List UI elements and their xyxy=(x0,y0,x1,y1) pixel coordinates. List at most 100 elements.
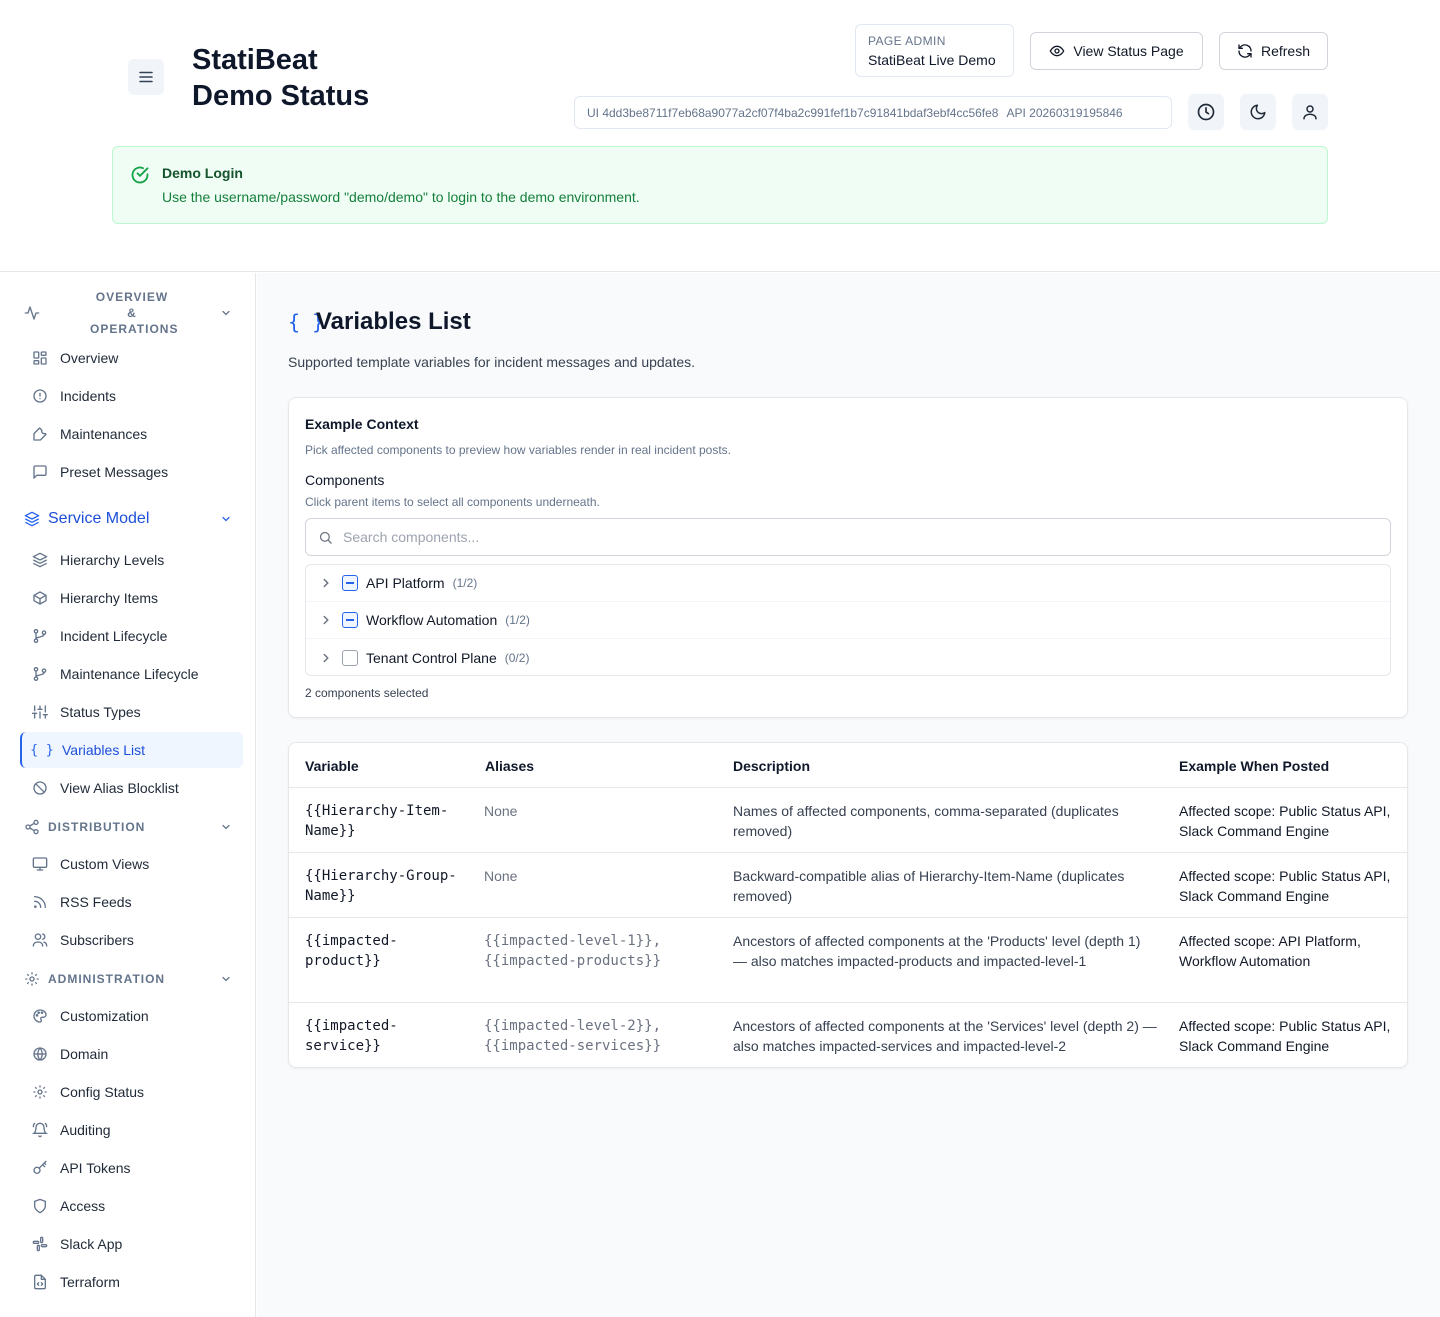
activity-icon xyxy=(24,306,40,320)
example-context-card: Example Context Pick affected components… xyxy=(288,397,1408,718)
monitor-icon xyxy=(32,857,48,871)
git-branch-icon xyxy=(33,667,47,681)
context-description: Pick affected components to preview how … xyxy=(305,443,732,457)
user-icon xyxy=(1303,105,1317,120)
chevron-right-icon[interactable] xyxy=(318,613,334,627)
section-overview-operations[interactable]: OVERVIEW & OPERATIONS xyxy=(20,290,240,336)
tree-checkbox[interactable] xyxy=(342,575,358,591)
tree-item-count: (0/2) xyxy=(504,650,530,665)
aliases-cell: {{impacted-level-2}}, {{impacted-service… xyxy=(484,1018,662,1054)
chevron-down-icon xyxy=(222,310,230,316)
description-cell: Ancestors of affected components at the … xyxy=(733,933,1141,969)
sidebar-item-api-tokens[interactable]: API Tokens xyxy=(20,1150,243,1186)
page-admin-label: PAGE ADMIN xyxy=(868,34,946,48)
section-administration[interactable]: ADMINISTRATION xyxy=(20,969,240,989)
sidebar-item-config-status[interactable]: Config Status xyxy=(20,1074,243,1110)
components-help: Click parent items to select all compone… xyxy=(305,495,600,509)
section-service-model[interactable]: Service Model xyxy=(20,507,240,531)
table-row: {{impacted-service}} {{impacted-level-2}… xyxy=(289,1003,1407,1067)
refresh-button[interactable]: Refresh xyxy=(1219,32,1328,70)
sidebar-item-maintenances[interactable]: Maintenances xyxy=(20,416,243,452)
menu-toggle-button[interactable] xyxy=(128,59,164,95)
sidebar-item-hierarchy-levels[interactable]: Hierarchy Levels xyxy=(20,542,243,578)
description-cell: Ancestors of affected components at the … xyxy=(733,1018,1157,1054)
tree-checkbox[interactable] xyxy=(342,649,358,666)
sidebar-item-rss-feeds[interactable]: RSS Feeds xyxy=(20,884,243,920)
sidebar-item-access[interactable]: Access xyxy=(20,1188,243,1224)
alert-title: Demo Login xyxy=(162,165,243,181)
tree-checkbox[interactable] xyxy=(342,612,358,628)
eye-icon xyxy=(1050,45,1065,57)
layers-icon xyxy=(24,511,40,527)
sidebar-item-auditing[interactable]: Auditing xyxy=(20,1112,243,1148)
variable-cell: {{Hierarchy-Item-Name}} xyxy=(305,803,449,839)
example-cell: Affected scope: API Platform, Workflow A… xyxy=(1179,933,1361,969)
app-title: StatiBeat Demo Status xyxy=(192,44,370,112)
page-subtitle: Supported template variables for inciden… xyxy=(288,354,696,370)
components-label: Components xyxy=(305,472,385,488)
aliases-cell: {{impacted-level-1}}, {{impacted-product… xyxy=(484,933,662,969)
sidebar-item-hierarchy-items[interactable]: Hierarchy Items xyxy=(20,580,243,616)
chevron-right-icon[interactable] xyxy=(318,651,334,665)
sidebar-item-maintenance-lifecycle[interactable]: Maintenance Lifecycle xyxy=(20,656,243,692)
example-cell: Affected scope: Public Status API, Slack… xyxy=(1179,803,1391,839)
column-header: Aliases xyxy=(485,758,535,774)
api-version: API 20260319195846 xyxy=(1006,105,1123,120)
chevron-down-icon xyxy=(222,976,230,982)
chevron-down-icon xyxy=(222,516,230,522)
view-status-page-button[interactable]: View Status Page xyxy=(1030,32,1203,70)
cog-icon xyxy=(33,1085,47,1099)
clock-icon xyxy=(1197,103,1215,121)
theme-toggle-button[interactable] xyxy=(1240,94,1276,130)
page-admin-value: StatiBeat Live Demo xyxy=(868,52,996,68)
tree-item-name: Workflow Automation xyxy=(366,612,498,628)
tree-item-tenant-control-plane[interactable]: Tenant Control Plane (0/2) xyxy=(306,639,1390,676)
sidebar-item-domain[interactable]: Domain xyxy=(20,1036,243,1072)
search-components-input[interactable] xyxy=(343,529,1343,545)
description-cell: Backward-compatible alias of Hierarchy-I… xyxy=(733,868,1125,904)
sidebar-item-custom-views[interactable]: Custom Views xyxy=(20,846,243,882)
sidebar-item-terraform[interactable]: Terraform xyxy=(20,1264,243,1300)
sidebar-item-subscribers[interactable]: Subscribers xyxy=(20,922,243,958)
chevron-right-icon[interactable] xyxy=(318,576,334,590)
sidebar-item-overview[interactable]: Overview xyxy=(20,340,243,376)
aliases-cell: None xyxy=(484,803,518,819)
example-cell: Affected scope: Public Status API, Slack… xyxy=(1179,868,1391,904)
sidebar-item-variables-list[interactable]: { } Variables List xyxy=(20,732,243,768)
table-row: {{Hierarchy-Group-Name}} None Backward-c… xyxy=(289,853,1407,918)
history-button[interactable] xyxy=(1188,94,1224,130)
sidebar-item-customization[interactable]: Customization xyxy=(20,998,243,1034)
page-admin-selector[interactable]: PAGE ADMIN StatiBeat Live Demo xyxy=(855,24,1014,77)
ui-version: UI 4dd3be8711f7eb68a9077a2cf07f4ba2c991f… xyxy=(587,105,999,120)
variable-cell: {{impacted-service}} xyxy=(305,1018,398,1054)
sidebar-item-view-alias-blocklist[interactable]: View Alias Blocklist xyxy=(20,770,243,806)
component-search xyxy=(305,518,1391,556)
search-icon xyxy=(319,531,332,544)
sidebar-item-incident-lifecycle[interactable]: Incident Lifecycle xyxy=(20,618,243,654)
sidebar-item-preset-messages[interactable]: Preset Messages xyxy=(20,454,243,490)
wrench-icon xyxy=(33,427,47,441)
sidebar-item-slack-app[interactable]: Slack App xyxy=(20,1226,243,1262)
tree-item-workflow-automation[interactable]: Workflow Automation (1/2) xyxy=(306,602,1390,639)
bell-ring-icon xyxy=(32,1122,48,1138)
table-row: {{Hierarchy-Item-Name}} None Names of af… xyxy=(289,788,1407,853)
example-cell: Affected scope: Public Status API, Slack… xyxy=(1179,1018,1391,1054)
column-header: Description xyxy=(733,758,811,774)
sidebar-item-incidents[interactable]: Incidents xyxy=(20,378,243,414)
tree-item-name: Tenant Control Plane xyxy=(366,649,497,666)
tree-item-count: (1/2) xyxy=(452,576,478,590)
variables-table: Variable Aliases Description Example Whe… xyxy=(288,742,1408,1068)
user-menu-button[interactable] xyxy=(1292,94,1328,130)
section-distribution[interactable]: DISTRIBUTION xyxy=(20,817,240,837)
description-cell: Names of affected components, comma-sepa… xyxy=(733,803,1119,839)
context-heading: Example Context xyxy=(305,416,419,432)
grid-icon xyxy=(33,351,47,365)
key-icon xyxy=(33,1160,47,1174)
tree-item-api-platform[interactable]: API Platform (1/2) xyxy=(306,565,1390,602)
component-tree: API Platform (1/2) Workflow Automation (… xyxy=(305,564,1391,676)
alert-circle-icon xyxy=(33,389,47,403)
check-circle-icon xyxy=(131,166,149,184)
sliders-icon xyxy=(32,705,48,719)
sidebar-item-status-types[interactable]: Status Types xyxy=(20,694,243,730)
git-branch-icon xyxy=(33,629,47,643)
